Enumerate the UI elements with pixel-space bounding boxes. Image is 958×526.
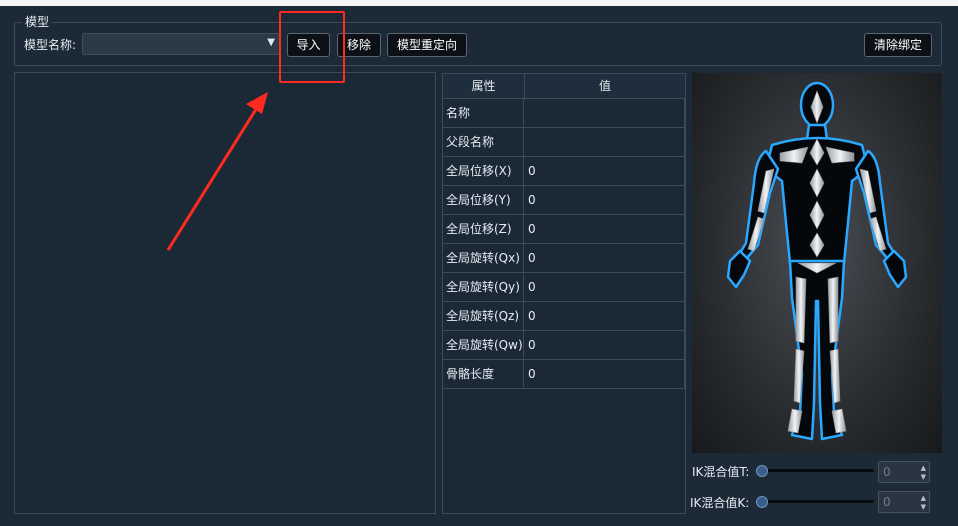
property-value[interactable]: 0 — [524, 360, 684, 388]
model-group-title: 模型 — [22, 14, 53, 30]
spin-up-icon[interactable]: ▲ — [921, 464, 926, 472]
ik-k-value: 0 — [883, 495, 891, 509]
ik-t-label: IK混合值T: — [692, 465, 750, 479]
property-row[interactable]: 全局旋转(Qw) 0 — [443, 331, 685, 360]
property-table-header: 属性 值 — [443, 74, 685, 99]
spin-up-icon[interactable]: ▲ — [921, 494, 926, 502]
human-skeleton-icon — [726, 81, 908, 441]
property-key: 全局位移(Y) — [443, 186, 524, 214]
property-row[interactable]: 父段名称 — [443, 128, 685, 157]
property-row[interactable]: 全局旋转(Qy) 0 — [443, 273, 685, 302]
chevron-down-icon: ▼ — [267, 37, 275, 48]
property-value[interactable]: 0 — [524, 302, 684, 330]
property-key: 骨骼长度 — [443, 360, 524, 388]
property-key: 全局位移(X) — [443, 157, 524, 185]
property-key: 父段名称 — [443, 128, 524, 156]
ik-k-slider-handle[interactable] — [756, 496, 768, 508]
header-value: 值 — [598, 79, 611, 93]
property-key: 全局旋转(Qw) — [443, 331, 524, 359]
property-key: 全局位移(Z) — [443, 215, 524, 243]
property-row[interactable]: 骨骼长度 0 — [443, 360, 685, 389]
property-row[interactable]: 全局位移(Z) 0 — [443, 215, 685, 244]
property-value[interactable] — [524, 99, 684, 127]
property-key: 全局旋转(Qy) — [443, 273, 524, 301]
property-key: 全局旋转(Qx) — [443, 244, 524, 272]
property-row[interactable]: 全局旋转(Qz) 0 — [443, 302, 685, 331]
property-key: 名称 — [443, 99, 524, 127]
spin-down-icon[interactable]: ▼ — [921, 473, 926, 481]
retarget-button[interactable]: 模型重定向 — [387, 33, 467, 57]
ik-k-slider-track[interactable] — [758, 500, 874, 503]
property-key: 全局旋转(Qz) — [443, 302, 524, 330]
property-row[interactable]: 全局旋转(Qx) 0 — [443, 244, 685, 273]
property-rows: 名称 父段名称 全局位移(X) 0 全局位移(Y) 0 全局位移(Z) 0 全局旋转(Qx) 0 全… — [443, 99, 685, 389]
property-value[interactable]: 0 — [524, 215, 684, 243]
model-name-combobox[interactable]: ▼ — [82, 33, 280, 55]
property-row[interactable]: 全局位移(Y) 0 — [443, 186, 685, 215]
ik-t-slider-track[interactable] — [758, 469, 874, 472]
property-value[interactable]: 0 — [524, 331, 684, 359]
property-row[interactable]: 全局位移(X) 0 — [443, 157, 685, 186]
property-value[interactable]: 0 — [524, 157, 684, 185]
property-value[interactable] — [524, 128, 684, 156]
ik-t-slider-handle[interactable] — [756, 465, 768, 477]
property-value[interactable]: 0 — [524, 186, 684, 214]
clear-binding-button[interactable]: 清除绑定 — [864, 33, 932, 57]
skeleton-figure-image — [692, 73, 942, 453]
header-property: 属性 — [443, 74, 525, 98]
property-table: 属性 值 名称 父段名称 全局位移(X) 0 全局位移(Y) 0 全局位移(Z) 0 全局旋转(… — [442, 73, 686, 514]
model-tree-panel[interactable] — [14, 72, 436, 514]
ik-t-spinbox[interactable]: 0 ▲ ▼ — [878, 461, 930, 483]
spin-down-icon[interactable]: ▼ — [921, 503, 926, 511]
model-name-label: 模型名称: — [24, 38, 77, 52]
ik-t-value: 0 — [883, 465, 891, 479]
ik-k-spinbox[interactable]: 0 ▲ ▼ — [878, 491, 930, 513]
property-row[interactable]: 名称 — [443, 99, 685, 128]
property-value[interactable]: 0 — [524, 273, 684, 301]
annotation-highlight-box — [279, 11, 345, 83]
top-strip — [0, 0, 958, 6]
ik-k-label: IK混合值K: — [690, 496, 750, 510]
property-value[interactable]: 0 — [524, 244, 684, 272]
